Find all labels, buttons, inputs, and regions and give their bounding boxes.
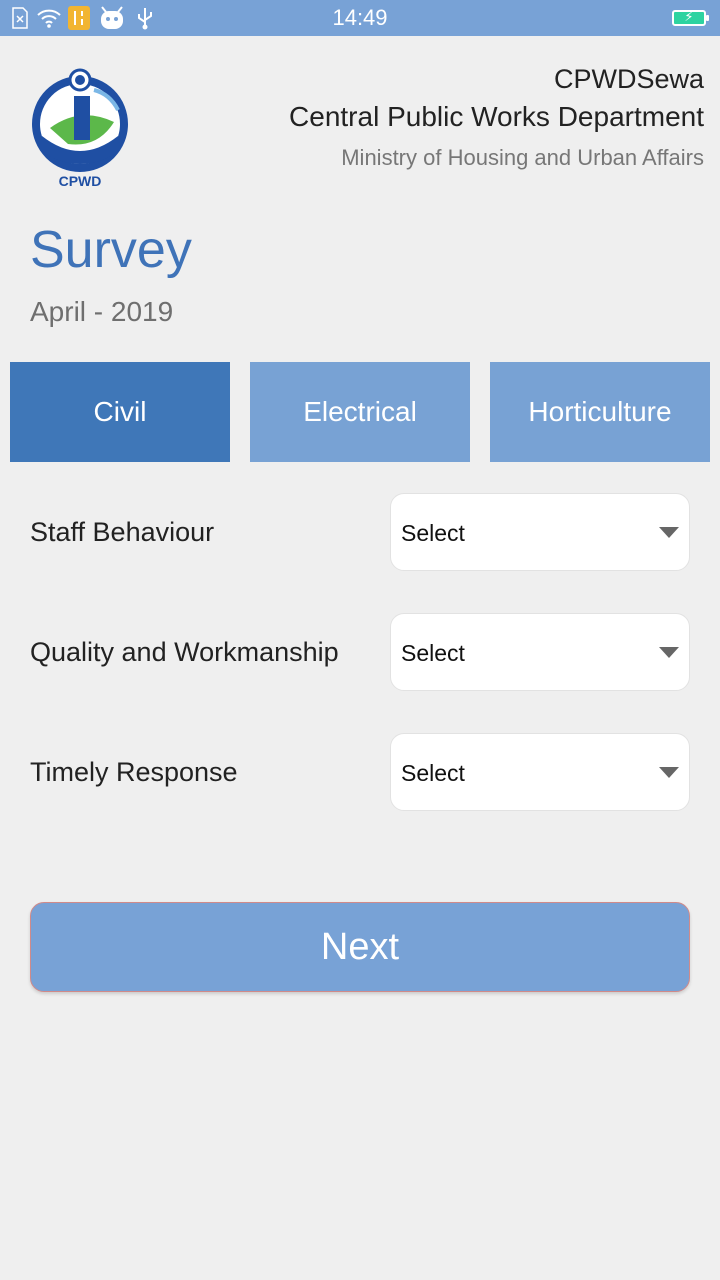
question-label: Timely Response — [30, 757, 238, 787]
status-time: 14:49 — [332, 5, 388, 30]
question-row-quality-workmanship: Quality and Workmanship Select — [0, 612, 720, 692]
staff-behaviour-select[interactable]: Select — [390, 493, 690, 571]
select-value: Select — [401, 520, 465, 546]
question-label: Staff Behaviour — [30, 517, 215, 547]
logo-text: CPWD — [59, 173, 102, 189]
tab-electrical[interactable]: Electrical — [250, 362, 470, 462]
quality-workmanship-select[interactable]: Select — [390, 613, 690, 691]
tab-civil[interactable]: Civil — [10, 362, 230, 462]
battery-charging-icon: ⚡ — [672, 9, 709, 26]
next-button[interactable]: Next — [30, 902, 690, 992]
cpwd-logo: CPWD — [28, 66, 132, 190]
category-tabs: Civil Electrical Horticulture — [10, 362, 710, 462]
department-name: Central Public Works Department — [289, 101, 704, 132]
ministry-name: Ministry of Housing and Urban Affairs — [341, 145, 704, 170]
question-label: Quality and Workmanship — [30, 637, 339, 667]
dropdown-arrow-icon — [659, 527, 679, 538]
app-name: CPWDSewa — [553, 64, 704, 94]
dropdown-arrow-icon — [659, 647, 679, 658]
select-value: Select — [401, 760, 465, 786]
tab-horticulture[interactable]: Horticulture — [490, 362, 710, 462]
survey-date: April - 2019 — [30, 296, 174, 327]
page-title: Survey — [30, 221, 192, 279]
header: CPWDSewa Central Public Works Department… — [289, 62, 704, 178]
dropdown-arrow-icon — [659, 767, 679, 778]
question-row-staff-behaviour: Staff Behaviour Select — [0, 492, 720, 572]
question-row-timely-response: Timely Response Select — [0, 732, 720, 812]
status-bar: 14:49 ⚡ — [0, 0, 720, 36]
select-value: Select — [401, 640, 465, 666]
timely-response-select[interactable]: Select — [390, 733, 690, 811]
